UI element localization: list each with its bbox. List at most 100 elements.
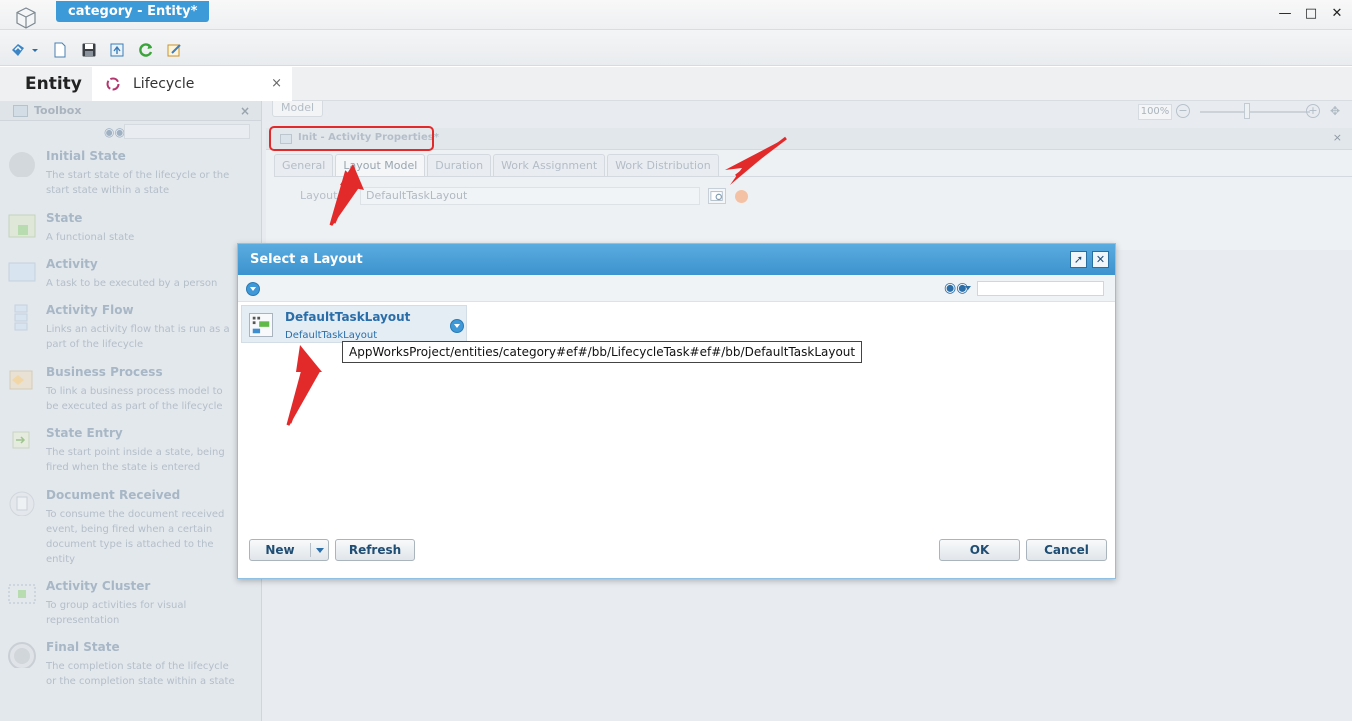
toolbox-title: Toolbox bbox=[34, 104, 82, 117]
zoom-level: 100% bbox=[1138, 104, 1172, 120]
dialog-close-icon[interactable]: ✕ bbox=[1092, 251, 1109, 268]
binoculars-icon: ◉◉ bbox=[104, 125, 125, 139]
zoom-out-icon[interactable]: − bbox=[1176, 104, 1190, 118]
new-button[interactable]: New bbox=[249, 539, 329, 561]
new-button-label: New bbox=[265, 543, 295, 557]
maximize-button[interactable]: □ bbox=[1304, 6, 1318, 22]
toolbox-item-desc: To link a business process model to be e… bbox=[46, 386, 223, 412]
tab-work-assignment[interactable]: Work Assignment bbox=[493, 154, 606, 176]
close-window-button[interactable]: ✕ bbox=[1330, 6, 1344, 22]
activity-cluster-icon bbox=[8, 584, 36, 604]
state-entry-icon bbox=[12, 431, 30, 449]
zoom-control: 100% − + ✥ bbox=[1138, 102, 1348, 122]
edit-icon[interactable] bbox=[166, 42, 182, 58]
business-process-icon bbox=[9, 370, 33, 390]
toolbox-item-name: Activity bbox=[46, 257, 98, 271]
dialog-title: Select a Layout bbox=[250, 252, 363, 267]
layout-item-menu-icon[interactable] bbox=[450, 319, 464, 333]
new-dropdown-icon[interactable] bbox=[316, 548, 324, 553]
properties-header: Init - Activity Properties* × bbox=[266, 126, 1352, 151]
toolbox-item-desc: A functional state bbox=[46, 232, 135, 243]
final-state-icon bbox=[8, 642, 36, 668]
toolbox-item-desc: A task to be executed by a person bbox=[46, 278, 218, 289]
layout-icon bbox=[249, 313, 273, 337]
toolbox-icon bbox=[13, 105, 28, 117]
fit-to-screen-icon[interactable]: ✥ bbox=[1330, 104, 1340, 118]
toolbox-item-desc: The start point inside a state, being fi… bbox=[46, 447, 225, 473]
refresh-icon[interactable] bbox=[138, 42, 154, 58]
publish-icon[interactable] bbox=[109, 42, 125, 58]
ok-button[interactable]: OK bbox=[939, 539, 1020, 561]
toolbox-item-desc: The completion state of the lifecycle or… bbox=[46, 661, 235, 687]
editor-tabbar: Entity Lifecycle × bbox=[0, 67, 1352, 101]
toolbox-search: ◉◉ bbox=[0, 121, 261, 143]
navigate-icon[interactable] bbox=[10, 42, 26, 58]
toolbox-item-name: Activity Cluster bbox=[46, 579, 151, 593]
toolbox-item-name: Final State bbox=[46, 640, 120, 654]
tab-divider bbox=[274, 176, 1352, 177]
tab-lifecycle[interactable]: Lifecycle × bbox=[92, 67, 292, 101]
activity-icon bbox=[8, 262, 36, 282]
toolbox-item-name: Document Received bbox=[46, 488, 181, 502]
layout-item-name: DefaultTaskLayout bbox=[285, 310, 411, 324]
dialog-search-input[interactable] bbox=[977, 281, 1104, 296]
toolbox-item-name: State bbox=[46, 211, 83, 225]
zoom-slider-handle[interactable] bbox=[1244, 103, 1250, 119]
new-button-separator bbox=[310, 543, 311, 557]
minimize-button[interactable]: — bbox=[1278, 6, 1292, 22]
tab-work-distribution[interactable]: Work Distribution bbox=[607, 154, 719, 176]
document-received-icon bbox=[9, 491, 35, 516]
activity-flow-icon bbox=[14, 304, 28, 331]
new-document-icon[interactable] bbox=[52, 42, 68, 58]
toolbox-item-name: Business Process bbox=[46, 365, 163, 379]
layout-item[interactable]: DefaultTaskLayout DefaultTaskLayout bbox=[241, 305, 467, 343]
properties-close-icon[interactable]: × bbox=[1333, 131, 1342, 144]
select-layout-dialog: Select a Layout ➚ ✕ ◉◉ DefaultTaskLayout… bbox=[237, 243, 1116, 579]
main-toolbar bbox=[0, 30, 1352, 66]
toolbox-item-desc: To group activities for visual represent… bbox=[46, 600, 187, 626]
layout-field[interactable]: DefaultTaskLayout bbox=[360, 187, 700, 205]
layout-path-tooltip: AppWorksProject/entities/category#ef#/bb… bbox=[342, 341, 863, 363]
toolbox-item-name: Activity Flow bbox=[46, 303, 134, 317]
remove-layout-icon[interactable] bbox=[735, 190, 748, 203]
tab-lifecycle-close-icon[interactable]: × bbox=[271, 67, 282, 101]
tab-duration[interactable]: Duration bbox=[427, 154, 492, 176]
zoom-slider[interactable] bbox=[1200, 111, 1310, 113]
expand-options-icon[interactable] bbox=[246, 282, 260, 296]
toolbox-search-input[interactable] bbox=[124, 124, 250, 139]
dialog-header: Select a Layout ➚ ✕ bbox=[238, 244, 1115, 275]
toolbox-item-desc: The start state of the lifecycle or the … bbox=[46, 170, 230, 196]
layout-item-subtitle: DefaultTaskLayout bbox=[285, 330, 378, 341]
initial-state-icon bbox=[9, 152, 35, 177]
tab-general[interactable]: General bbox=[274, 154, 334, 176]
toolbox-panel: Toolbox × ◉◉ Initial State The start sta… bbox=[0, 101, 262, 721]
lifecycle-icon bbox=[106, 77, 120, 91]
toolbox-item-name: State Entry bbox=[46, 426, 123, 440]
title-bar: category - Entity* — □ ✕ bbox=[0, 0, 1352, 30]
browse-layout-icon[interactable] bbox=[708, 188, 726, 204]
app-cube-icon bbox=[16, 7, 36, 29]
refresh-button[interactable]: Refresh bbox=[335, 539, 415, 561]
toolbox-item-desc: Links an activity flow that is run as a … bbox=[46, 324, 230, 350]
state-icon bbox=[8, 214, 36, 238]
pin-icon[interactable]: ➚ bbox=[1070, 251, 1087, 268]
search-dropdown-icon[interactable] bbox=[965, 286, 971, 290]
cancel-button[interactable]: Cancel bbox=[1026, 539, 1107, 561]
window-title: category - Entity* bbox=[56, 1, 210, 22]
activity-properties-panel: Init - Activity Properties* × General La… bbox=[266, 126, 1352, 250]
tab-layout-model[interactable]: Layout Model bbox=[335, 154, 426, 176]
model-tab-button[interactable]: Model bbox=[272, 101, 324, 117]
save-icon[interactable] bbox=[81, 42, 97, 58]
zoom-in-icon[interactable]: + bbox=[1306, 104, 1320, 118]
toolbox-close-icon[interactable]: × bbox=[240, 101, 250, 121]
toolbox-item-name: Initial State bbox=[46, 149, 126, 163]
tab-entity-label: Entity bbox=[25, 74, 82, 94]
toolbox-header: Toolbox × bbox=[0, 101, 261, 121]
layout-label: Layout bbox=[300, 189, 338, 202]
toolbox-item-desc: To consume the document received event, … bbox=[46, 509, 225, 565]
tab-lifecycle-label: Lifecycle bbox=[133, 76, 195, 92]
tab-entity[interactable]: Entity bbox=[0, 67, 92, 101]
chevron-down-icon[interactable] bbox=[30, 42, 40, 58]
dialog-toolbar: ◉◉ bbox=[238, 275, 1115, 302]
annotation-highlight-box bbox=[269, 126, 434, 151]
